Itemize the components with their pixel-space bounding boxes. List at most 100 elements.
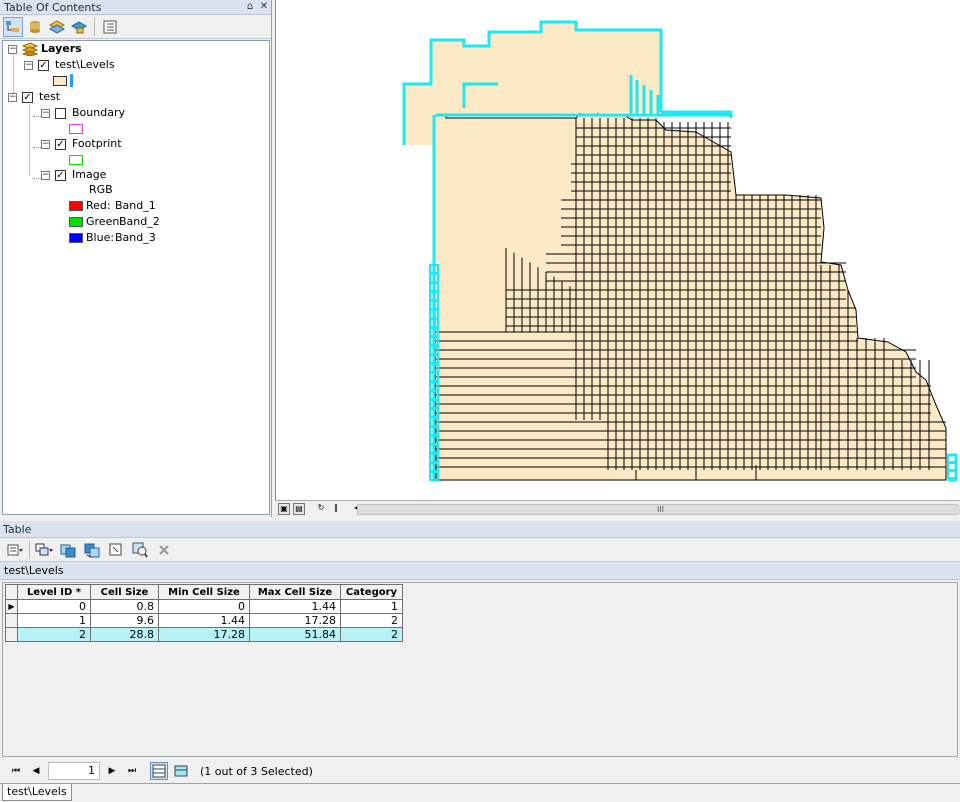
table-row[interactable]: 1 9.6 1.44 17.28 2 (5, 613, 403, 628)
list-by-source-button[interactable] (25, 17, 45, 37)
map-status-bar: ▣ ▤ ↻ ‖ ◂ III (275, 500, 960, 517)
cell-cell-size[interactable]: 9.6 (90, 613, 159, 628)
clear-selection-button[interactable] (106, 540, 126, 560)
close-icon[interactable]: ✕ (258, 1, 270, 13)
expand-boundary-toggle[interactable]: − (41, 109, 50, 118)
boundary-layer-label[interactable]: Boundary (72, 106, 125, 120)
footprint-visibility-checkbox[interactable]: ✓ (55, 139, 66, 150)
cell-category[interactable]: 1 (340, 599, 403, 614)
cell-cell-size[interactable]: 0.8 (90, 599, 159, 614)
switch-selection-button[interactable] (82, 540, 102, 560)
selected-records-icon (174, 765, 188, 777)
delete-selected-button[interactable] (154, 540, 174, 560)
list-by-drawing-order-icon (6, 20, 19, 32)
options-button[interactable] (100, 17, 120, 37)
select-by-attributes-button[interactable] (58, 540, 78, 560)
cell-max-cell-size[interactable]: 1.44 (249, 599, 341, 614)
refresh-icon[interactable]: ↻ (315, 503, 327, 515)
levels-layer-label[interactable]: test\Levels (55, 58, 115, 72)
related-tables-button[interactable] (34, 540, 54, 560)
cell-min-cell-size[interactable]: 0 (158, 599, 250, 614)
next-record-button[interactable]: ▶ (104, 763, 120, 779)
test-group-label[interactable]: test (39, 90, 60, 104)
toc-title-bar: Table Of Contents ⌂ ✕ (0, 0, 271, 15)
cell-level-id[interactable]: 0 (17, 599, 91, 614)
list-by-selection-button[interactable] (69, 17, 89, 37)
map-horizontal-scrollbar[interactable]: III (357, 504, 960, 515)
cell-min-cell-size[interactable]: 1.44 (158, 613, 250, 628)
cell-max-cell-size[interactable]: 17.28 (249, 613, 341, 628)
expand-layers-toggle[interactable]: − (8, 45, 17, 54)
cell-level-id[interactable]: 1 (17, 613, 91, 628)
map-scroll-thumb[interactable]: III (358, 505, 960, 514)
layout-view-button[interactable]: ▤ (293, 503, 305, 515)
red-band-name: Band_1 (115, 199, 156, 212)
test-visibility-checkbox[interactable]: ✓ (22, 92, 33, 103)
footprint-layer-label[interactable]: Footprint (72, 137, 122, 151)
expand-image-toggle[interactable]: − (41, 171, 50, 180)
data-view-button[interactable]: ▣ (278, 503, 290, 515)
image-layer-label[interactable]: Image (72, 168, 106, 182)
cell-level-id[interactable]: 2 (17, 627, 91, 642)
layers-visibility-icon (49, 19, 65, 34)
map-canvas[interactable] (276, 0, 960, 500)
blue-band-name: Band_3 (115, 231, 156, 244)
column-header-category[interactable]: Category (340, 584, 403, 600)
expand-levels-toggle[interactable]: − (24, 61, 33, 70)
column-header-cell-size[interactable]: Cell Size (90, 584, 159, 600)
cell-min-cell-size[interactable]: 17.28 (158, 627, 250, 642)
row-selector[interactable]: ▶ (5, 599, 18, 614)
cell-category[interactable]: 2 (340, 627, 403, 642)
row-selector[interactable] (5, 613, 18, 628)
green-band-swatch[interactable] (69, 217, 83, 227)
zoom-to-selected-icon (132, 542, 148, 558)
table-header-row: Level ID * Cell Size Min Cell Size Max C… (5, 584, 403, 600)
options-icon (103, 20, 117, 33)
table-window: Table test\Levels Level ID * Cell Size M… (0, 521, 960, 802)
table-row-selected[interactable]: 2 28.8 17.28 51.84 2 (5, 627, 403, 642)
first-record-button[interactable]: ⏮ (8, 763, 24, 779)
red-band-swatch[interactable] (69, 201, 83, 211)
column-header-max-cell-size[interactable]: Max Cell Size (249, 584, 341, 600)
levels-symbol-swatch[interactable] (53, 76, 67, 86)
previous-record-button[interactable]: ◀ (28, 763, 44, 779)
pause-drawing-icon[interactable]: ‖ (330, 503, 342, 515)
current-record-input[interactable]: 1 (48, 762, 100, 780)
footprint-symbol-swatch[interactable] (69, 155, 83, 165)
boundary-visibility-checkbox[interactable] (55, 108, 66, 119)
expand-footprint-toggle[interactable]: − (41, 140, 50, 149)
zoom-to-selected-button[interactable] (130, 540, 150, 560)
tree-guide (13, 53, 14, 97)
list-by-drawing-order-button[interactable] (3, 16, 23, 37)
row-selector[interactable] (5, 627, 18, 642)
show-selected-records-button[interactable] (172, 762, 190, 780)
green-band-channel: Green: (86, 215, 124, 228)
pin-icon[interactable]: ⌂ (244, 1, 256, 13)
table-options-button[interactable] (5, 540, 25, 560)
map-view[interactable] (275, 0, 960, 500)
boundary-symbol-swatch[interactable] (69, 124, 83, 134)
all-records-icon (152, 764, 166, 778)
cell-category[interactable]: 2 (340, 613, 403, 628)
tab-test-levels[interactable]: test\Levels (2, 784, 72, 801)
levels-visibility-checkbox[interactable]: ✓ (38, 60, 49, 71)
toc-title: Table Of Contents (4, 1, 102, 14)
rgb-label: RGB (89, 183, 113, 196)
related-tables-icon (35, 543, 53, 555)
list-by-visibility-button[interactable] (47, 17, 67, 37)
table-of-contents-panel: Table Of Contents ⌂ ✕ − Layers − ✓ test\… (0, 0, 272, 517)
show-all-records-button[interactable] (150, 762, 168, 780)
layers-root-label[interactable]: Layers (41, 42, 82, 56)
last-record-button[interactable]: ⏭ (124, 763, 140, 779)
expand-test-toggle[interactable]: − (8, 93, 17, 102)
blue-band-swatch[interactable] (69, 233, 83, 243)
row-selector-header[interactable] (5, 584, 18, 600)
image-visibility-checkbox[interactable]: ✓ (55, 170, 66, 181)
column-header-min-cell-size[interactable]: Min Cell Size (158, 584, 250, 600)
table-tab-title: test\Levels (0, 562, 960, 580)
column-header-level-id[interactable]: Level ID * (17, 584, 91, 600)
table-row[interactable]: ▶ 0 0.8 0 1.44 1 (5, 599, 403, 614)
selection-status: (1 out of 3 Selected) (200, 764, 313, 778)
cell-max-cell-size[interactable]: 51.84 (249, 627, 341, 642)
cell-cell-size[interactable]: 28.8 (90, 627, 159, 642)
